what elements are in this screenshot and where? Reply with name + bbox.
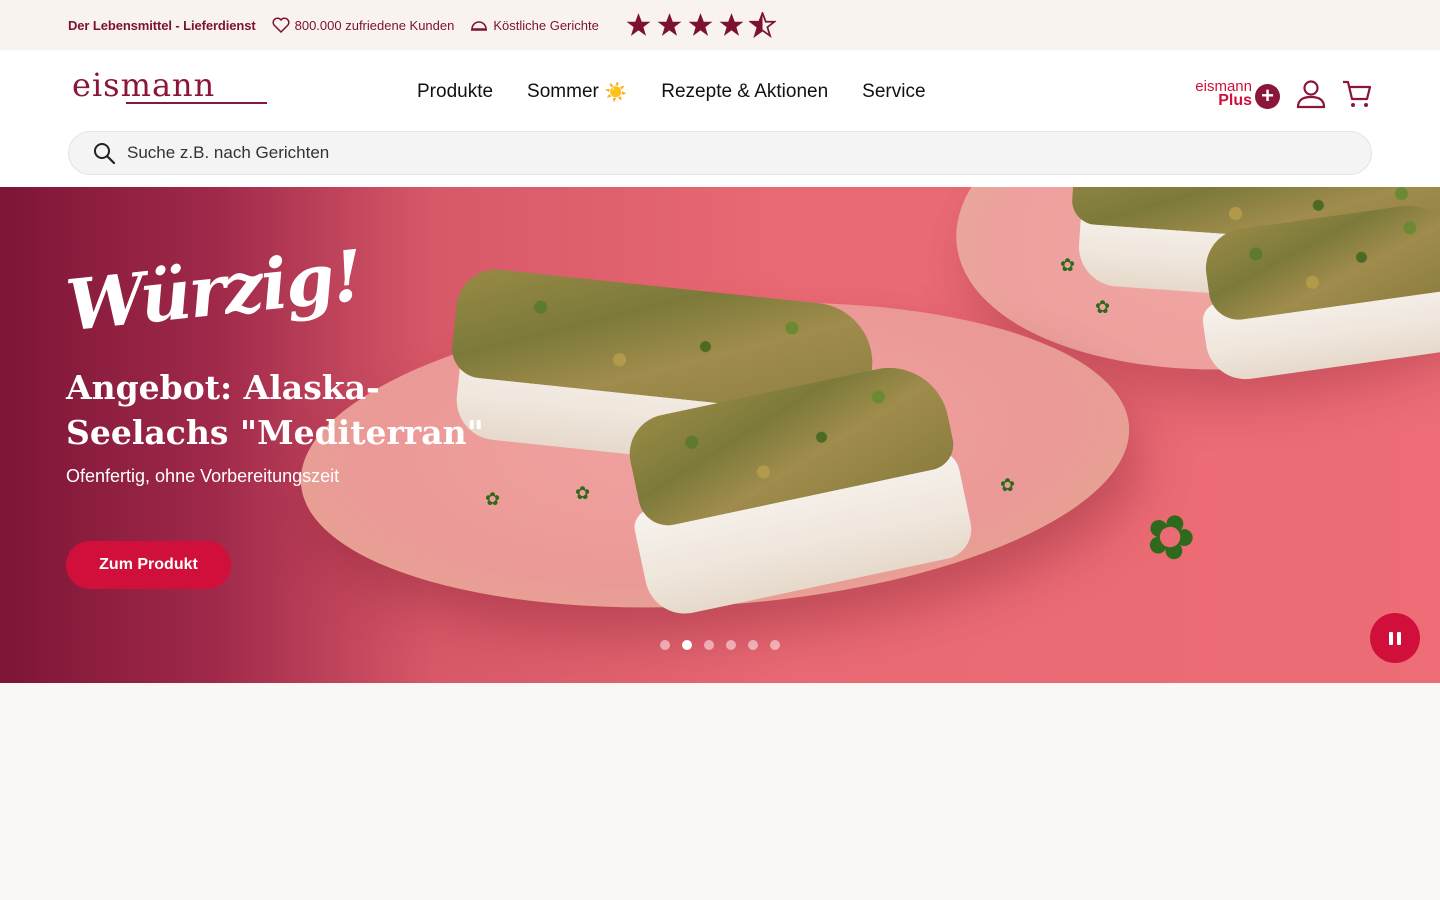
hero-script-headline: Würzig!: [62, 233, 366, 348]
star-icon: [626, 13, 651, 36]
hero-banner[interactable]: ✿ ✿ ✿ ✿ ✿ ✿ Würzig! Angebot: Alaska-Seel…: [0, 187, 1440, 683]
carousel-dot[interactable]: [748, 640, 758, 650]
star-icon: [719, 13, 744, 36]
nav-service[interactable]: Service: [862, 81, 925, 103]
half-star-icon: [748, 12, 776, 38]
cart-icon[interactable]: [1342, 79, 1372, 109]
top-info-bar: Der Lebensmittel - Lieferdienst 800.000 …: [0, 0, 1440, 50]
parsley-garnish: ✿: [1095, 297, 1111, 317]
nav-sommer-label: Sommer: [527, 81, 599, 102]
search-bar[interactable]: [68, 131, 1372, 175]
parsley-garnish: ✿: [1135, 496, 1206, 577]
nav-rezepte-aktionen[interactable]: Rezepte & Aktionen: [661, 81, 828, 103]
eismann-logo[interactable]: eismann: [72, 66, 268, 104]
eismann-plus-link[interactable]: eismann Plus +: [1195, 78, 1280, 109]
main-nav: Produkte Sommer ☀️ Rezepte & Aktionen Se…: [417, 81, 926, 103]
usp-meals: Köstliche Gerichte: [470, 18, 599, 33]
pause-icon: [1397, 631, 1401, 645]
logo-underline: [126, 102, 267, 104]
header-actions: eismann Plus +: [1195, 78, 1372, 109]
hero-subtitle: Ofenfertig, ohne Vorbereitungszeit: [66, 466, 340, 486]
heart-icon: [272, 17, 290, 33]
usp-meals-label: Köstliche Gerichte: [493, 17, 599, 33]
tagline: Der Lebensmittel - Lieferdienst: [68, 17, 256, 33]
site-header: eismann Produkte Sommer ☀️ Rezepte & Akt…: [0, 50, 1440, 187]
carousel-dots: [660, 640, 780, 650]
parsley-garnish: ✿: [485, 489, 501, 509]
parsley-garnish: ✿: [575, 483, 591, 503]
logo-wordmark: eismann: [72, 66, 216, 104]
carousel-dot[interactable]: [704, 640, 714, 650]
carousel-dot[interactable]: [726, 640, 736, 650]
hero-title: Angebot: Alaska-Seelachs "Mediterran": [66, 368, 484, 452]
sun-icon: ☀️: [604, 81, 628, 102]
nav-sommer[interactable]: Sommer ☀️: [527, 81, 627, 103]
eismann-plus-label: eismann Plus: [1195, 79, 1252, 109]
zum-produkt-button[interactable]: Zum Produkt: [66, 541, 231, 589]
star-icon: [657, 13, 682, 36]
pause-icon: [1389, 631, 1393, 645]
cloche-icon: [471, 21, 488, 31]
carousel-dot[interactable]: [660, 640, 670, 650]
plus-line-2: Plus: [1218, 91, 1252, 109]
parsley-garnish: ✿: [1000, 475, 1016, 495]
search-icon[interactable]: [93, 142, 115, 164]
pause-button[interactable]: [1370, 613, 1420, 663]
star-icon: [688, 13, 713, 36]
usp-customers-label: 800.000 zufriedene Kunden: [294, 17, 455, 33]
search-input[interactable]: [127, 143, 1227, 163]
rating-stars[interactable]: [625, 12, 776, 38]
plus-icon: +: [1255, 84, 1280, 109]
nav-produkte[interactable]: Produkte: [417, 81, 493, 103]
account-icon[interactable]: [1296, 79, 1326, 109]
carousel-dot[interactable]: [682, 640, 692, 650]
parsley-garnish: ✿: [1060, 255, 1076, 275]
carousel-dot[interactable]: [770, 640, 780, 650]
usp-customers: 800.000 zufriedene Kunden: [272, 17, 455, 33]
